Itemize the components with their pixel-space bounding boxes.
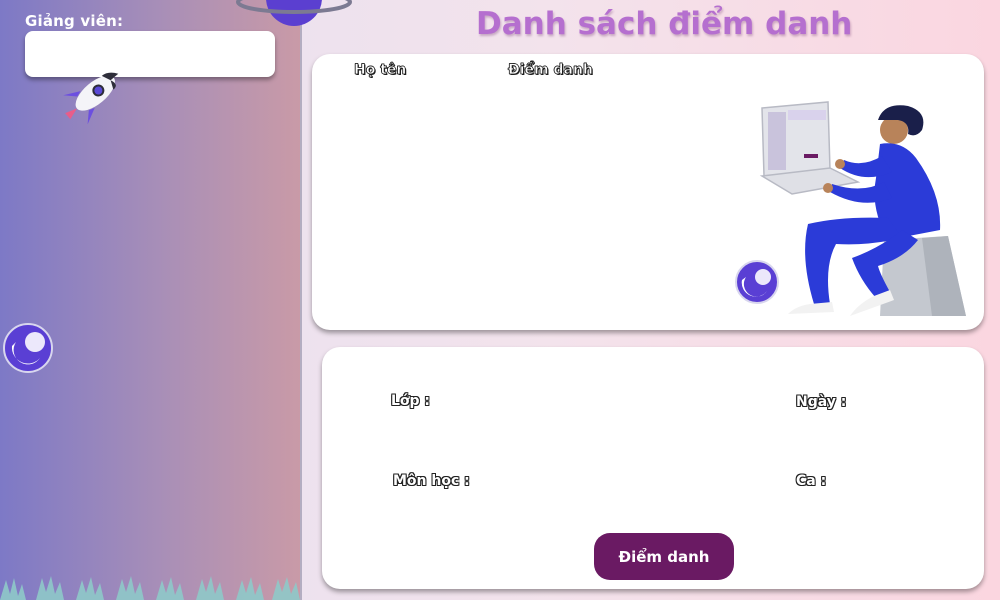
lecturer-label: Giảng viên:: [25, 12, 124, 30]
planet-icon: [3, 323, 53, 373]
sidebar: Giảng viên:: [0, 0, 300, 600]
page-title: Danh sách điểm danh: [476, 6, 853, 42]
column-header-name: Họ tên: [354, 62, 407, 79]
person-laptop-illustration: [759, 101, 966, 316]
sidebar-divider: [300, 0, 302, 600]
shift-label: Ca :: [796, 473, 827, 489]
grass-decoration: [0, 576, 300, 600]
date-label: Ngày :: [796, 394, 847, 410]
take-attendance-button[interactable]: Điểm danh: [594, 533, 734, 580]
planet-icon: [236, 0, 352, 26]
planet-icon: [735, 260, 779, 304]
subject-label: Môn học :: [393, 473, 470, 489]
column-header-attendance: Điểm danh: [508, 62, 594, 79]
class-label: Lớp :: [391, 393, 431, 409]
rocket-icon: [63, 72, 119, 125]
